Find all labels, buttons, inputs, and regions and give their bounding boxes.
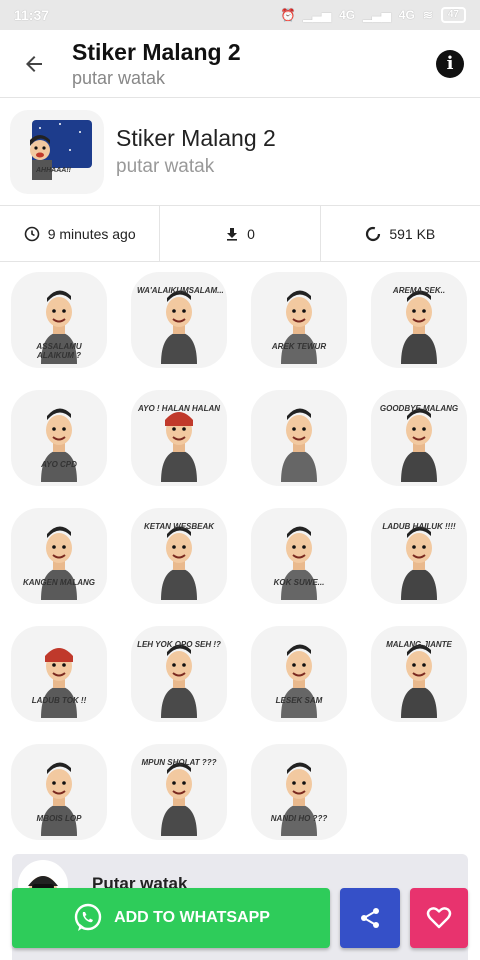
sticker-item[interactable]: NANDI HO ??? (251, 744, 347, 840)
meta-time: 9 minutes ago (0, 206, 159, 261)
sticker-item[interactable]: AREK TEWUR (251, 272, 347, 368)
sticker-item[interactable]: AYO ! HALAN HALAN (131, 390, 227, 486)
meta-size: 591 KB (319, 206, 480, 261)
info-icon: i (446, 53, 454, 74)
sticker-caption: AYO CPD (41, 460, 77, 469)
sticker-character-image (41, 526, 77, 600)
sticker-character-image (41, 408, 77, 482)
sticker-item[interactable]: AYO CPD (11, 390, 107, 486)
app-bar: Stiker Malang 2 putar watak i (0, 30, 480, 98)
sticker-caption: WA'ALAIKUMSALAM... (137, 286, 224, 295)
arrow-left-icon (26, 55, 42, 72)
sticker-caption: LEH YOK OPO SEH !? (137, 640, 221, 649)
sticker-item[interactable] (251, 390, 347, 486)
sticker-caption: LADUB TOK !! (31, 696, 87, 705)
sticker-caption: AREK TEWUR (271, 342, 327, 351)
tray-caption: AHHAAA!! (36, 166, 71, 174)
pack-header: AHHAAA!! Stiker Malang 2 putar watak (0, 98, 480, 206)
sticker-item[interactable]: KANGEN MALANG (11, 508, 107, 604)
sticker-item[interactable]: KOK SUWE... (251, 508, 347, 604)
sticker-character-image (281, 290, 317, 364)
sticker-item[interactable]: MALANG JIANTE (371, 626, 467, 722)
sticker-item[interactable]: MBOIS LOP (11, 744, 107, 840)
sticker-item[interactable]: LESEK SAM (251, 626, 347, 722)
action-bar: ADD TO WHATSAPP (12, 888, 468, 948)
download-icon (227, 227, 238, 241)
sticker-caption: KOK SUWE... (273, 578, 325, 587)
time-ago-label: 9 minutes ago (47, 225, 136, 242)
page-subtitle: putar watak (72, 67, 166, 88)
sticker-caption: AYO ! HALAN HALAN (137, 404, 221, 413)
pack-size: 591 KB (389, 225, 436, 242)
share-icon (361, 908, 379, 928)
clock-icon (24, 226, 39, 241)
sticker-caption: KETAN WESBEAK (143, 522, 215, 531)
sticker-item[interactable]: AREMA SEK.. (371, 272, 467, 368)
pack-title: Stiker Malang 2 (116, 124, 276, 151)
sticker-character-image (41, 648, 77, 718)
sticker-character-image (281, 526, 317, 600)
whatsapp-icon (74, 903, 102, 931)
sticker-caption: LESEK SAM (275, 696, 323, 705)
status-time: 11:37 (14, 7, 50, 23)
wifi-icon: ≋ (422, 8, 433, 22)
network-label-2: 4G (398, 8, 415, 22)
sticker-item[interactable]: KETAN WESBEAK (131, 508, 227, 604)
sticker-item[interactable]: ASSALAMU ALAIKUM ? (11, 272, 107, 368)
back-button[interactable] (16, 46, 52, 82)
signal-icon-2: ▁▃▅ (363, 8, 391, 22)
sticker-caption: MBOIS LOP (36, 814, 82, 823)
status-bar: 11:37 ⏰ ▁▃▅ 4G ▁▃▅ 4G ≋ 47 (0, 0, 480, 30)
sticker-item[interactable]: MPUN SHOLAT ??? (131, 744, 227, 840)
share-button[interactable] (340, 888, 400, 948)
signal-icon: ▁▃▅ (303, 8, 332, 22)
heart-outline-icon (426, 907, 452, 929)
sticker-character-image (281, 762, 317, 836)
pack-meta-row: 9 minutes ago 0 591 KB (0, 206, 480, 262)
sticker-character-image (281, 644, 317, 718)
pack-author: putar watak (116, 155, 215, 177)
tray-icon-image: AHHAAA!! (10, 109, 104, 194)
sticker-item[interactable]: WA'ALAIKUMSALAM... (131, 272, 227, 368)
sticker-caption: AREMA SEK.. (392, 286, 446, 295)
add-to-whatsapp-button[interactable]: ADD TO WHATSAPP (12, 888, 330, 948)
sticker-caption: MPUN SHOLAT ??? (141, 758, 217, 767)
favorite-button[interactable] (410, 888, 468, 948)
sticker-caption: LADUB HAILUK !!!! (382, 522, 456, 531)
sticker-character-image (281, 408, 317, 482)
sticker-item[interactable]: GOODBYE MALANG (371, 390, 467, 486)
sticker-grid: ASSALAMU ALAIKUM ? WA'ALAIKUMSALAM... AREK… (0, 262, 480, 840)
page-title: Stiker Malang 2 (72, 38, 241, 65)
sticker-caption: KANGEN MALANG (23, 578, 95, 587)
network-label-1: 4G (339, 8, 356, 22)
meta-downloads: 0 (159, 206, 319, 261)
alarm-icon: ⏰ (280, 8, 296, 22)
battery-indicator: 47 (440, 7, 466, 23)
add-to-whatsapp-label: ADD TO WHATSAPP (114, 909, 270, 926)
sticker-caption: NANDI HO ??? (270, 814, 328, 823)
status-icons: ⏰ ▁▃▅ 4G ▁▃▅ 4G ≋ 47 (280, 7, 466, 23)
sticker-item[interactable]: LEH YOK OPO SEH !? (131, 626, 227, 722)
sticker-item[interactable]: LADUB TOK !! (11, 626, 107, 722)
info-button[interactable]: i (436, 49, 464, 78)
downloads-count: 0 (247, 225, 255, 242)
storage-icon (366, 226, 381, 241)
sticker-caption: MALANG JIANTE (386, 640, 452, 649)
sticker-item[interactable]: LADUB HAILUK !!!! (371, 508, 467, 604)
sticker-caption: ASSALAMU ALAIKUM ? (36, 342, 82, 360)
sticker-character-image (41, 762, 77, 836)
sticker-caption: GOODBYE MALANG (379, 404, 459, 413)
